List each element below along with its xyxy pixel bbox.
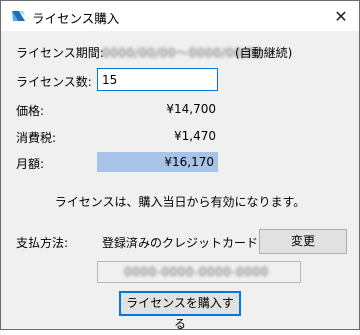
validity-notice: ライセンスは、購入当日から有効になります。 xyxy=(54,195,306,209)
change-payment-button[interactable]: 変更 xyxy=(259,229,347,254)
tax-value: ¥1,470 xyxy=(174,129,216,143)
payment-method-label: 支払方法: xyxy=(16,236,69,250)
monthly-label: 月額: xyxy=(16,157,45,171)
monthly-value: ¥16,170 xyxy=(97,152,218,172)
payment-method-value: 登録済みのクレジットカード xyxy=(102,236,259,250)
window-title: ライセンス購入 xyxy=(32,11,120,26)
tax-label: 消費税: xyxy=(16,131,57,145)
license-quantity-label: ライセンス数: xyxy=(16,75,92,89)
license-period-label: ライセンス期間: xyxy=(16,46,104,60)
license-quantity-input[interactable] xyxy=(97,68,218,91)
purchase-license-button[interactable]: ライセンスを購入する xyxy=(119,291,241,331)
card-number-field: 0000-0000-0000-0000 xyxy=(97,261,301,283)
card-number-value: 0000-0000-0000-0000 xyxy=(124,265,269,279)
license-period-suffix: (自動継続) xyxy=(235,46,293,60)
app-logo-icon xyxy=(10,8,27,24)
title-bar[interactable]: ライセンス購入 ✕ xyxy=(1,1,359,31)
license-purchase-dialog: ライセンス購入 ✕ ライセンス期間: 0000/00/00～0000/00/00… xyxy=(0,0,360,331)
price-value: ¥14,700 xyxy=(166,102,216,116)
price-label: 価格: xyxy=(16,104,45,118)
close-icon[interactable]: ✕ xyxy=(329,5,353,27)
